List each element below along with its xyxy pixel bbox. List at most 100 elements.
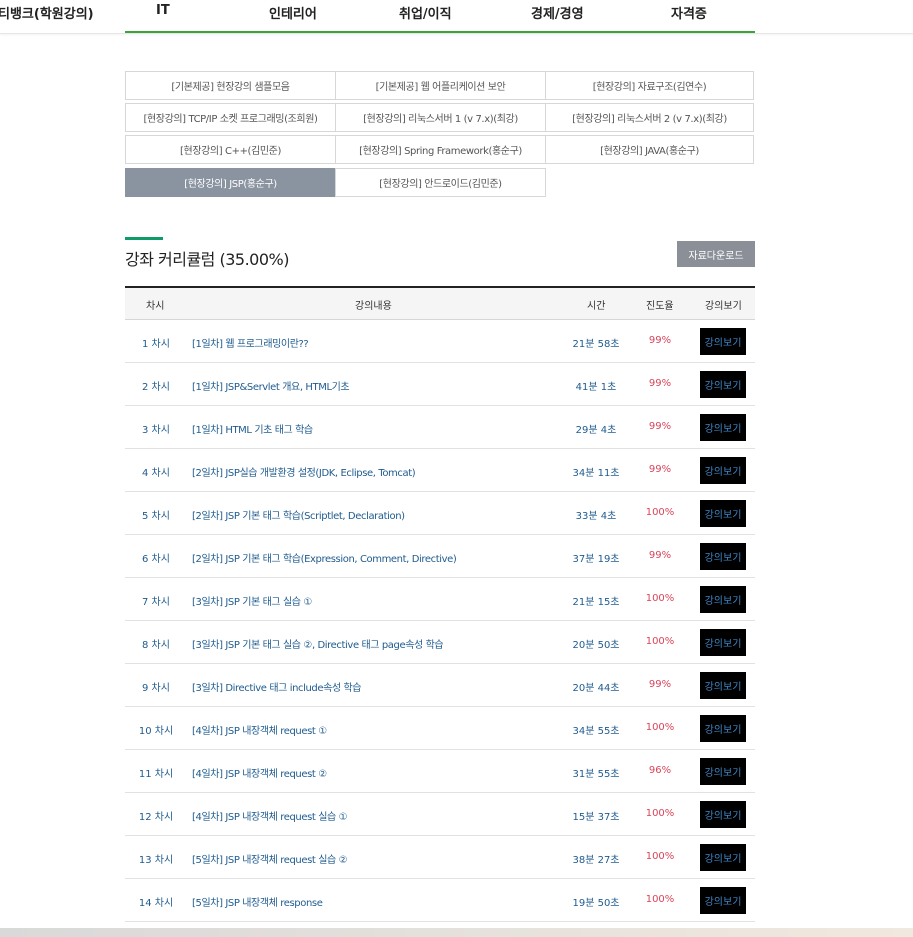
session-number: 1 차시 <box>142 339 170 350</box>
progress-rate: 99% <box>648 464 672 475</box>
table-row: 5 차시 [2일차] JSP 기본 태그 학습(Scriptlet, Declar… <box>125 492 755 535</box>
lecture-title-link[interactable]: [1일차] JSP&Servlet 개요, HTML기초 <box>192 378 350 393</box>
top-navigation: 티뱅크(학원강의) IT 인테리어 취업/이직 경제/경영 자격증 <box>0 0 913 34</box>
view-lecture-button[interactable]: 강의보기 <box>700 500 746 527</box>
table-row: 7 차시 [3일차] JSP 기본 태그 실습 ① 21분 15초 100% 강의보기 <box>125 578 755 621</box>
lecture-title-link[interactable]: [1일차] HTML 기초 태그 학습 <box>192 421 313 436</box>
lecture-title-link[interactable]: [3일차] Directive 태그 include속성 학습 <box>192 679 362 694</box>
table-row: 3 차시 [1일차] HTML 기초 태그 학습 29분 4초 99% 강의보기 <box>125 406 755 449</box>
session-number: 5 차시 <box>142 511 170 522</box>
lecture-title-link[interactable]: [4일차] JSP 내장객체 request ② <box>192 765 327 780</box>
nav-item-it[interactable]: IT <box>156 3 170 18</box>
nav-item-economy[interactable]: 경제/경영 <box>531 3 584 22</box>
table-row: 4 차시 [2일차] JSP실습 개발환경 설정(JDK, Eclipse, To… <box>125 449 755 492</box>
lecture-duration: 41분 1초 <box>575 382 617 393</box>
lecture-title-link[interactable]: [3일차] JSP 기본 태그 실습 ① <box>192 593 312 608</box>
progress-rate: 100% <box>645 722 675 733</box>
lecture-duration: 21분 15초 <box>572 597 620 608</box>
progress-rate: 99% <box>648 378 672 389</box>
nav-item-tbank[interactable]: 티뱅크(학원강의) <box>0 3 94 22</box>
lecture-duration: 31분 55초 <box>572 769 620 780</box>
table-row: 8 차시 [3일차] JSP 기본 태그 실습 ②, Directive 태그 p… <box>125 621 755 664</box>
view-lecture-button[interactable]: 강의보기 <box>700 457 746 484</box>
lecture-duration: 38분 27초 <box>572 855 620 866</box>
view-lecture-button[interactable]: 강의보기 <box>700 844 746 871</box>
lecture-title-link[interactable]: [5일차] JSP 내장객체 request 실습 ② <box>192 851 348 866</box>
lecture-title-link[interactable]: [4일차] JSP 내장객체 request ① <box>192 722 327 737</box>
page-bottom-strip <box>0 928 913 937</box>
lecture-title-link[interactable]: [2일차] JSP 기본 태그 학습(Scriptlet, Declaratio… <box>192 507 405 522</box>
session-number: 13 차시 <box>138 855 174 866</box>
table-row: 10 차시 [4일차] JSP 내장객체 request ① 34분 55초 100%… <box>125 707 755 750</box>
session-number: 8 차시 <box>142 640 170 651</box>
lecture-title-link[interactable]: [2일차] JSP 기본 태그 학습(Expression, Comment, … <box>192 550 457 565</box>
lecture-duration: 21분 58초 <box>572 339 620 350</box>
category-item[interactable]: [현장강의] C++(김민준) <box>125 135 336 164</box>
lecture-title-link[interactable]: [4일차] JSP 내장객체 request 실습 ① <box>192 808 348 823</box>
lecture-title-link[interactable]: [1일차] 웹 프로그래밍이란?? <box>192 335 309 350</box>
category-item-active[interactable]: [현장강의] JSP(홍순구) <box>125 168 336 197</box>
table-row: 9 차시 [3일차] Directive 태그 include속성 학습 20분 4… <box>125 664 755 707</box>
progress-rate: 100% <box>645 808 675 819</box>
lecture-title-link[interactable]: [5일차] JSP 내장객체 response <box>192 894 323 909</box>
category-item[interactable]: [현장강의] 리눅스서버 2 (v 7.x)(최강) <box>545 103 754 132</box>
view-lecture-button[interactable]: 강의보기 <box>700 801 746 828</box>
category-item[interactable]: [기본제공] 현장강의 샘플모음 <box>125 71 336 100</box>
session-number: 14 차시 <box>138 898 174 909</box>
lecture-title-link[interactable]: [2일차] JSP실습 개발환경 설정(JDK, Eclipse, Tomcat… <box>192 464 416 479</box>
view-lecture-button[interactable]: 강의보기 <box>700 887 746 914</box>
view-lecture-button[interactable]: 강의보기 <box>700 543 746 570</box>
progress-rate: 99% <box>648 679 672 690</box>
curriculum-table: 차시 강의내용 시간 진도율 강의보기 1 차시 [1일차] 웹 프로그래밍이란?… <box>125 286 755 922</box>
view-lecture-button[interactable]: 강의보기 <box>700 715 746 742</box>
table-row: 2 차시 [1일차] JSP&Servlet 개요, HTML기초 41분 1초 99… <box>125 363 755 406</box>
session-number: 9 차시 <box>142 683 170 694</box>
view-lecture-button[interactable]: 강의보기 <box>700 414 746 441</box>
lecture-duration: 37분 19초 <box>572 554 620 565</box>
view-lecture-button[interactable]: 강의보기 <box>700 672 746 699</box>
table-row: 6 차시 [2일차] JSP 기본 태그 학습(Expression, Comme… <box>125 535 755 578</box>
lecture-duration: 34분 11초 <box>572 468 620 479</box>
lecture-title-link[interactable]: [3일차] JSP 기본 태그 실습 ②, Directive 태그 page속… <box>192 636 444 651</box>
category-item[interactable]: [기본제공] 웹 어플리케이션 보안 <box>335 71 546 100</box>
session-number: 11 차시 <box>138 769 174 780</box>
download-materials-button[interactable]: 자료다운로드 <box>677 241 755 267</box>
lecture-duration: 20분 50초 <box>572 640 620 651</box>
lecture-duration: 29분 4초 <box>575 425 617 436</box>
session-number: 6 차시 <box>142 554 170 565</box>
category-item[interactable]: [현장강의] TCP/IP 소켓 프로그래밍(조희원) <box>125 103 336 132</box>
view-lecture-button[interactable]: 강의보기 <box>700 629 746 656</box>
category-item[interactable]: [현장강의] 자료구조(김연수) <box>545 71 754 100</box>
view-lecture-button[interactable]: 강의보기 <box>700 328 746 355</box>
header-session: 차시 <box>146 301 165 312</box>
lecture-duration: 34분 55초 <box>572 726 620 737</box>
progress-rate: 99% <box>648 421 672 432</box>
header-time: 시간 <box>587 301 606 312</box>
progress-rate: 100% <box>645 507 675 518</box>
lecture-duration: 15분 37초 <box>572 812 620 823</box>
progress-rate: 96% <box>648 765 672 776</box>
progress-rate: 99% <box>648 335 672 346</box>
session-number: 12 차시 <box>138 812 174 823</box>
category-item[interactable]: [현장강의] Spring Framework(홍순구) <box>335 135 546 164</box>
session-number: 3 차시 <box>142 425 170 436</box>
header-progress: 진도율 <box>646 301 674 312</box>
category-item[interactable]: [현장강의] JAVA(홍순구) <box>545 135 754 164</box>
progress-rate: 100% <box>645 894 675 905</box>
view-lecture-button[interactable]: 강의보기 <box>700 586 746 613</box>
view-lecture-button[interactable]: 강의보기 <box>700 758 746 785</box>
header-view: 강의보기 <box>705 301 742 312</box>
nav-item-certificate[interactable]: 자격증 <box>671 3 707 22</box>
nav-item-job[interactable]: 취업/이직 <box>399 3 452 22</box>
category-item[interactable]: [현장강의] 안드로이드(김민준) <box>335 168 546 197</box>
session-number: 4 차시 <box>142 468 170 479</box>
category-item[interactable]: [현장강의] 리눅스서버 1 (v 7.x)(최강) <box>335 103 546 132</box>
nav-item-interior[interactable]: 인테리어 <box>269 3 317 22</box>
table-row: 12 차시 [4일차] JSP 내장객체 request 실습 ① 15분 37초 1… <box>125 793 755 836</box>
lecture-duration: 19분 50초 <box>572 898 620 909</box>
progress-rate: 100% <box>645 593 675 604</box>
table-row: 1 차시 [1일차] 웹 프로그래밍이란?? 21분 58초 99% 강의보기 <box>125 320 755 363</box>
progress-rate: 100% <box>645 851 675 862</box>
lecture-duration: 20분 44초 <box>572 683 620 694</box>
view-lecture-button[interactable]: 강의보기 <box>700 371 746 398</box>
